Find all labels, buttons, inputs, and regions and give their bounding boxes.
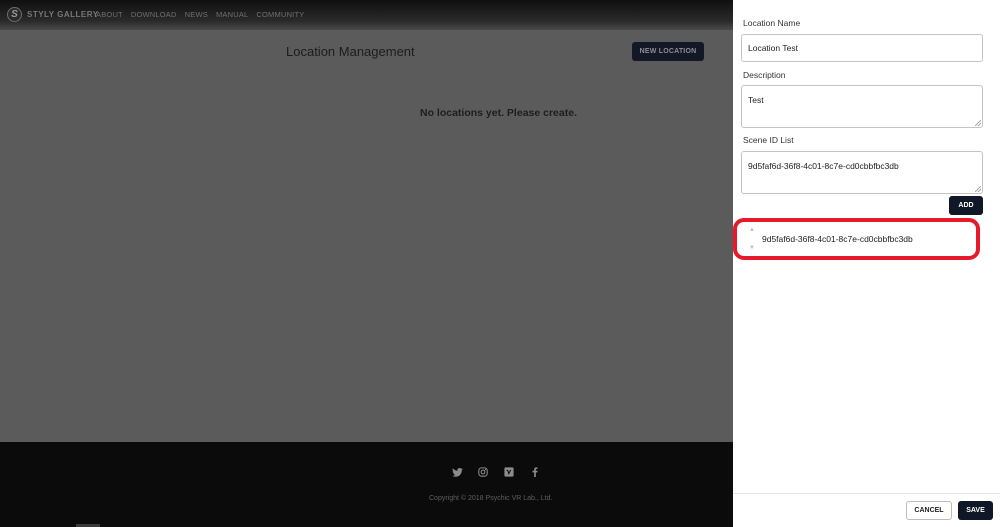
reorder-handle[interactable]: ▲ ▼ (748, 227, 756, 251)
cancel-button[interactable]: CANCEL (906, 501, 952, 520)
social-links (449, 466, 543, 478)
nav-link-about[interactable]: ABOUT (96, 10, 123, 19)
page-title: Location Management (286, 44, 415, 59)
scene-item-id: 9d5faf6d-36f8-4c01-8c7e-cd0cbbfbc3db (762, 234, 913, 244)
description-wrapper: Test (741, 85, 983, 128)
scene-id-textarea[interactable]: 9d5faf6d-36f8-4c01-8c7e-cd0cbbfbc3db (741, 151, 983, 194)
nav-links: ABOUT DOWNLOAD NEWS MANUAL COMMUNITY (96, 10, 304, 19)
brand-text: STYLY GALLERY (27, 9, 99, 19)
twitter-icon[interactable] (449, 466, 465, 478)
chevron-up-icon[interactable]: ▲ (749, 227, 755, 233)
nav-link-manual[interactable]: MANUAL (216, 10, 248, 19)
instagram-icon[interactable] (475, 466, 491, 478)
location-name-input[interactable] (741, 34, 983, 62)
scene-list-item: ▲ ▼ 9d5faf6d-36f8-4c01-8c7e-cd0cbbfbc3db (733, 218, 980, 260)
copyright-text: Copyright © 2018 Psychic VR Lab., Ltd. (429, 495, 553, 502)
facebook-icon[interactable] (527, 466, 543, 478)
location-name-label: Location Name (743, 18, 801, 28)
vimeo-icon[interactable] (501, 466, 517, 478)
panel-footer: CANCEL SAVE (733, 493, 1000, 527)
description-textarea[interactable]: Test (741, 85, 983, 128)
styly-logo-icon: S (7, 6, 22, 22)
brand-logo[interactable]: S STYLY GALLERY (7, 6, 99, 22)
add-scene-button[interactable]: ADD (949, 196, 983, 215)
save-button[interactable]: SAVE (958, 501, 993, 520)
nav-link-community[interactable]: COMMUNITY (256, 10, 304, 19)
chevron-down-icon[interactable]: ▼ (749, 245, 755, 251)
nav-link-download[interactable]: DOWNLOAD (131, 10, 177, 19)
scene-id-list-label: Scene ID List (743, 135, 794, 145)
scene-id-wrapper: 9d5faf6d-36f8-4c01-8c7e-cd0cbbfbc3db (741, 151, 983, 194)
new-location-button[interactable]: NEW LOCATION (632, 42, 704, 61)
empty-state-message: No locations yet. Please create. (420, 107, 577, 119)
location-edit-panel: Location Name Description Test Scene ID … (733, 0, 1000, 527)
description-label: Description (743, 70, 786, 80)
nav-link-news[interactable]: NEWS (185, 10, 208, 19)
